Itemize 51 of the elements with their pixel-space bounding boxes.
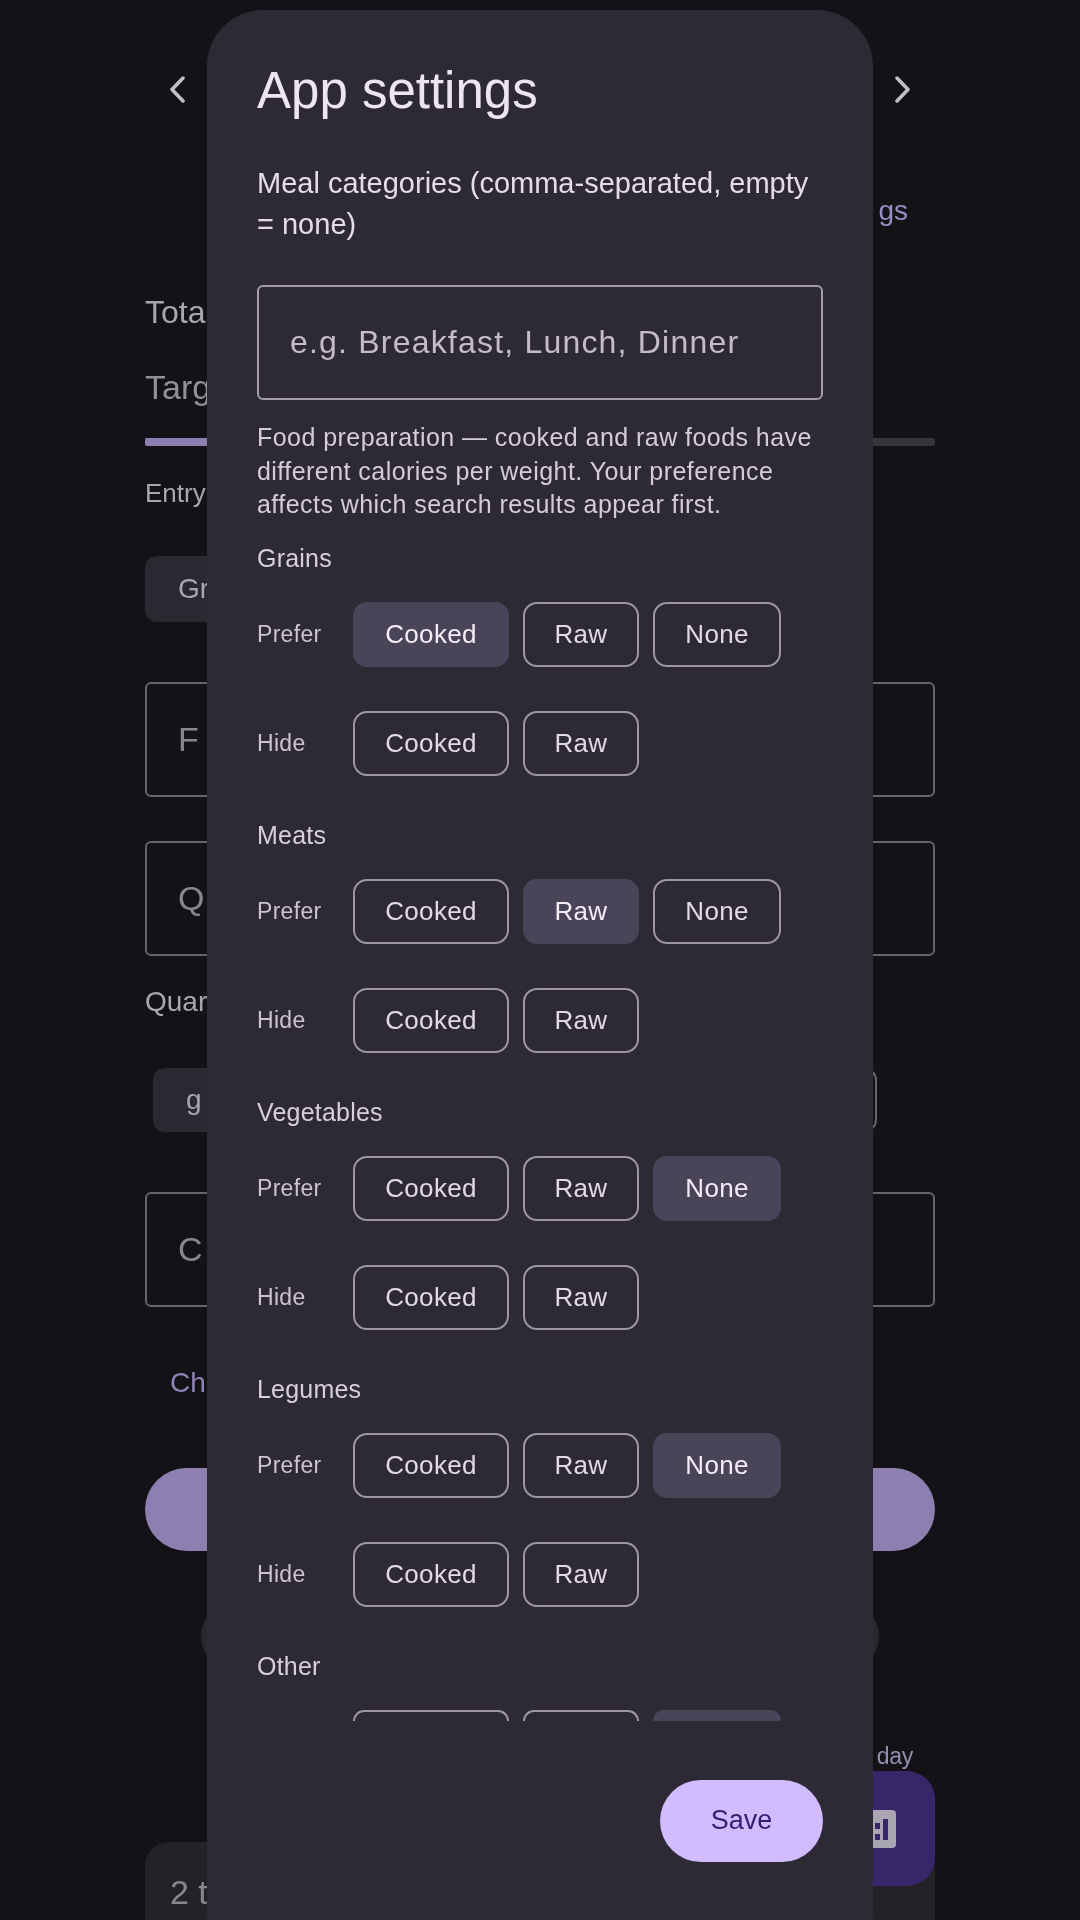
chevron-left-icon[interactable] xyxy=(169,76,186,103)
quantity-label: Quar xyxy=(145,985,208,1019)
chevron-right-icon[interactable] xyxy=(894,76,911,103)
toggle-button[interactable]: None xyxy=(653,601,781,667)
toggle-button[interactable]: Cooked xyxy=(353,987,509,1053)
toggle-button[interactable]: Raw xyxy=(523,987,639,1053)
toggle-button[interactable]: Raw xyxy=(523,601,639,667)
toggle-button[interactable]: Raw xyxy=(523,710,639,776)
section-heading: Grains xyxy=(257,542,332,574)
toggle-button[interactable]: None xyxy=(653,1432,781,1498)
row-label: Hide xyxy=(257,729,306,758)
toggle-button[interactable]: Cooked xyxy=(353,1264,509,1330)
text-link[interactable]: Ch xyxy=(170,1365,206,1401)
toggle-button[interactable]: Cooked xyxy=(353,1541,509,1607)
toggle-button[interactable]: Cooked xyxy=(353,601,509,667)
section-heading: Vegetables xyxy=(257,1096,383,1128)
toggle-button[interactable]: Raw xyxy=(523,1264,639,1330)
row-label: Prefer xyxy=(257,1451,322,1480)
total-label: Tota xyxy=(145,293,206,332)
settings-link[interactable]: gs xyxy=(878,193,908,229)
toggle-button[interactable]: Cooked xyxy=(353,1155,509,1221)
field-label: Meal categories (comma-separated, empty = none) xyxy=(257,166,810,242)
row-label: Hide xyxy=(257,1006,306,1035)
toggle-button[interactable]: Cooked xyxy=(353,878,509,944)
chart-icon xyxy=(873,1809,896,1848)
section-heading: Other xyxy=(257,1650,321,1682)
info-text: Food preparation — cooked and raw foods have different calories per weight. Your preference affects which search results appear first. xyxy=(257,422,813,520)
dialog-title: App settings xyxy=(257,61,538,121)
input-field[interactable]: e.g. Breakfast, Lunch, Dinner xyxy=(257,285,823,400)
today-label: day xyxy=(876,1742,913,1770)
toggle-button[interactable] xyxy=(353,1709,509,1721)
toggle-button[interactable] xyxy=(523,1709,639,1721)
toggle-button[interactable]: Cooked xyxy=(353,710,509,776)
entry-label: Entry xyxy=(145,477,206,510)
toggle-button[interactable]: Raw xyxy=(523,1155,639,1221)
row-label: Prefer xyxy=(257,1174,322,1203)
row-label: Prefer xyxy=(257,897,322,926)
section-heading: Legumes xyxy=(257,1373,362,1405)
toggle-button[interactable]: Raw xyxy=(523,1432,639,1498)
toggle-button[interactable]: Raw xyxy=(523,878,639,944)
toggle-button[interactable]: None xyxy=(653,1155,781,1221)
section-heading: Meats xyxy=(257,819,327,851)
entry-text: 2 t xyxy=(170,1872,208,1912)
row-label: Prefer xyxy=(257,620,322,649)
save-button[interactable]: Save xyxy=(660,1779,823,1862)
toggle-button[interactable] xyxy=(653,1709,781,1721)
row-label: Hide xyxy=(257,1283,306,1312)
toggle-button[interactable]: None xyxy=(653,878,781,944)
row-label: Hide xyxy=(257,1560,306,1589)
toggle-button[interactable]: Cooked xyxy=(353,1432,509,1498)
toggle-button[interactable]: Raw xyxy=(523,1541,639,1607)
